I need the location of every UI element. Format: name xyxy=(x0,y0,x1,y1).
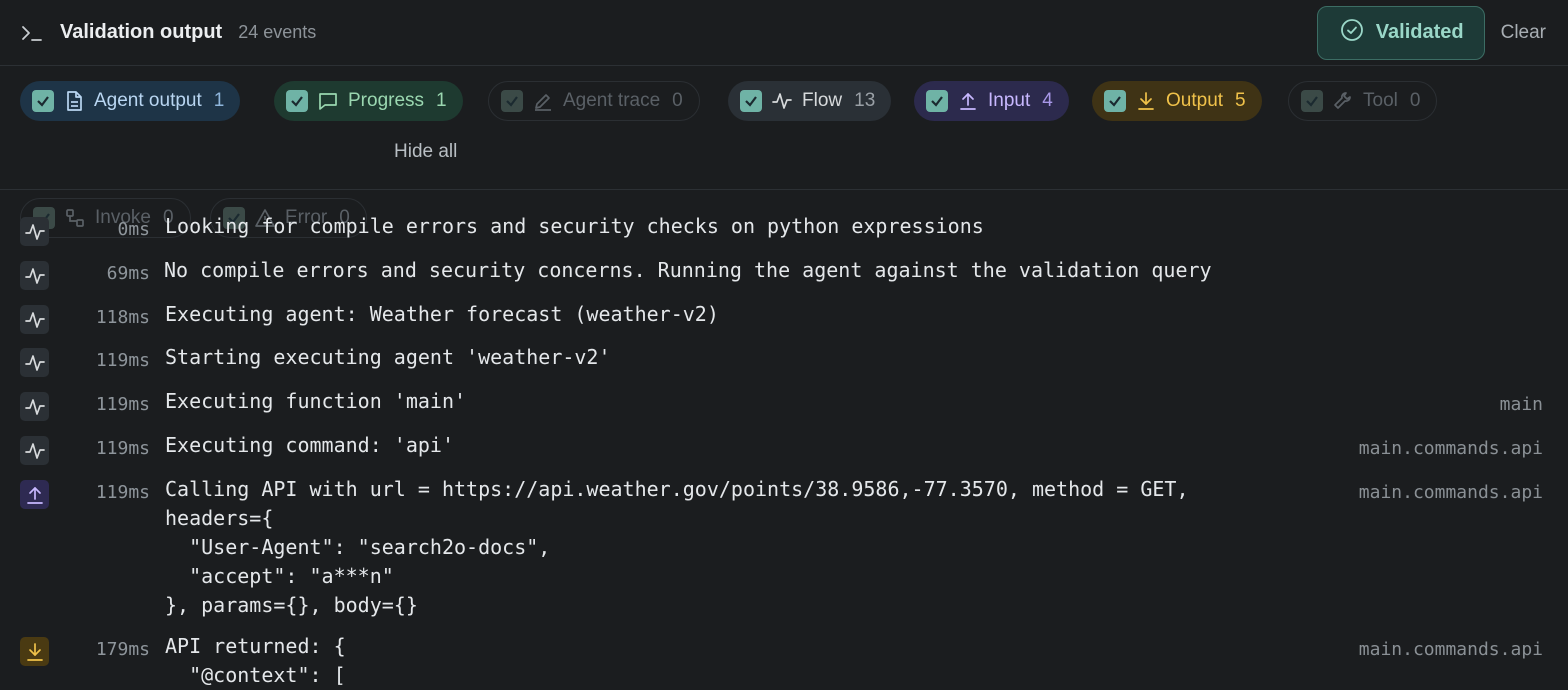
event-message: API returned: { "@context": [ xyxy=(165,634,346,687)
event-message: No compile errors and security concerns.… xyxy=(164,258,1212,282)
message-icon xyxy=(318,91,338,111)
filter-input[interactable]: Input 4 xyxy=(914,81,1069,121)
filter-count: 4 xyxy=(1042,90,1053,111)
activity-icon xyxy=(20,348,49,377)
validated-status-button[interactable]: Validated xyxy=(1316,5,1485,60)
filter-label: Agent trace xyxy=(563,90,661,111)
filter-count: 0 xyxy=(1409,90,1421,111)
validated-label: Validated xyxy=(1375,21,1464,43)
filter-label: Progress xyxy=(348,90,425,111)
event-message: Executing function 'main' xyxy=(165,389,467,413)
panel-title: Validation output xyxy=(60,21,223,43)
activity-icon xyxy=(20,217,49,246)
event-source-link[interactable]: main xyxy=(1500,394,1543,415)
activity-icon xyxy=(772,91,792,111)
upload-icon xyxy=(20,480,49,509)
activity-icon xyxy=(20,261,49,290)
event-time: 0ms xyxy=(117,219,150,240)
activity-icon xyxy=(20,392,49,421)
event-time: 119ms xyxy=(95,482,150,503)
workflow-icon xyxy=(65,208,85,228)
event-time: 118ms xyxy=(95,307,150,328)
clear-button[interactable]: Clear xyxy=(1501,22,1546,44)
event-source-link[interactable]: main.commands.api xyxy=(1359,639,1543,660)
filter-count: 1 xyxy=(213,90,225,111)
activity-icon xyxy=(20,305,49,334)
download-icon xyxy=(1136,91,1156,111)
event-message: Starting executing agent 'weather-v2' xyxy=(165,345,611,369)
check-circle-icon xyxy=(1340,18,1364,48)
checkbox-icon[interactable] xyxy=(1301,90,1323,112)
filter-progress[interactable]: Progress 1 xyxy=(274,81,463,121)
filter-label: Agent output xyxy=(94,90,202,111)
filter-count: 0 xyxy=(672,90,683,111)
filter-label: Input xyxy=(988,90,1031,111)
filter-count: 13 xyxy=(854,90,876,111)
checkbox-icon[interactable] xyxy=(926,90,948,112)
hide-all-button[interactable]: Hide all xyxy=(394,141,457,163)
event-source-link[interactable]: main.commands.api xyxy=(1359,482,1543,503)
filter-tool[interactable]: Tool 0 xyxy=(1288,81,1438,121)
event-time: 119ms xyxy=(95,438,150,459)
event-time: 69ms xyxy=(106,263,150,284)
event-time: 119ms xyxy=(95,394,150,415)
event-message: Executing agent: Weather forecast (weath… xyxy=(165,302,719,326)
checkbox-icon[interactable] xyxy=(501,90,523,112)
filter-output[interactable]: Output 5 xyxy=(1092,81,1262,121)
checkbox-icon[interactable] xyxy=(740,90,762,112)
document-icon xyxy=(64,91,84,111)
download-icon xyxy=(20,637,49,666)
checkbox-icon[interactable] xyxy=(32,90,54,112)
event-message: Executing command: 'api' xyxy=(165,433,454,457)
filter-bar: Agent output 1 Progress 1 Agent trace 0 … xyxy=(0,66,1568,238)
activity-icon xyxy=(20,436,49,465)
checkbox-icon[interactable] xyxy=(1104,90,1126,112)
event-time: 119ms xyxy=(95,350,150,371)
filter-agent-output[interactable]: Agent output 1 xyxy=(20,81,241,121)
event-source-link[interactable]: main.commands.api xyxy=(1359,438,1543,459)
filter-count: 5 xyxy=(1235,90,1246,111)
filter-label: Output xyxy=(1166,90,1224,111)
filter-count: 1 xyxy=(436,90,447,111)
checkbox-icon[interactable] xyxy=(286,90,308,112)
event-count: 24 events xyxy=(238,22,317,42)
event-time: 179ms xyxy=(95,639,150,660)
pencil-icon xyxy=(533,91,553,111)
filter-flow[interactable]: Flow 13 xyxy=(728,81,892,121)
event-message: Looking for compile errors and security … xyxy=(165,214,984,238)
filter-label: Flow xyxy=(802,90,843,111)
upload-icon xyxy=(958,91,978,111)
panel-header: Validation output 24 events Validated Cl… xyxy=(0,0,1568,66)
filter-label: Tool xyxy=(1363,90,1398,111)
filter-agent-trace[interactable]: Agent trace 0 xyxy=(488,81,700,121)
terminal-icon xyxy=(20,21,44,45)
wrench-icon xyxy=(1333,91,1353,111)
event-message: Calling API with url = https://api.weath… xyxy=(165,477,1189,617)
